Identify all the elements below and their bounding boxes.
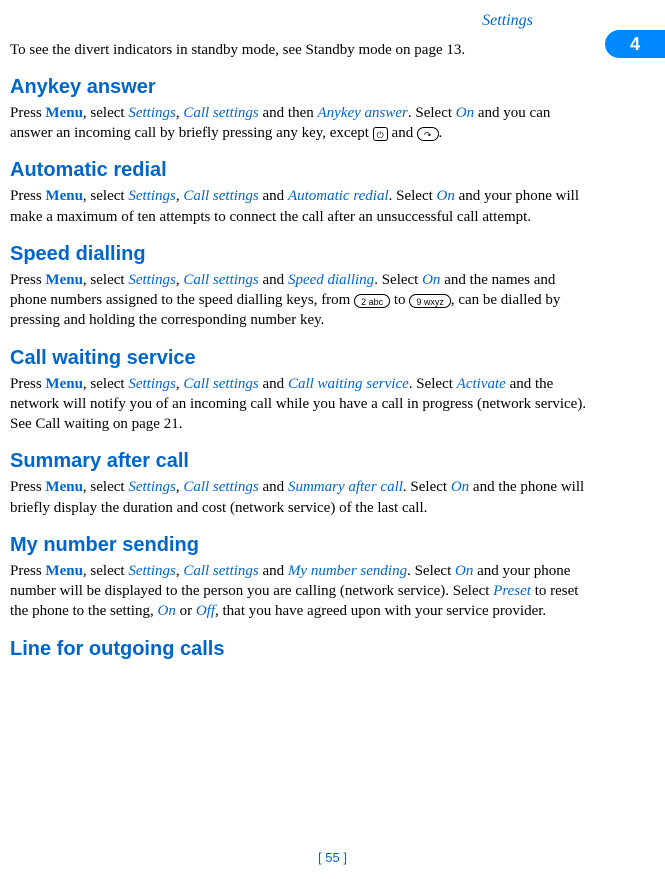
heading-speed-dialling: Speed dialling [10,241,590,268]
text: and [259,376,288,392]
kw-call-settings: Call settings [183,272,258,288]
kw-menu: Menu [45,272,83,288]
page-footer: [ 55 ] [0,849,665,867]
kw-speed-dialling: Speed dialling [288,272,374,288]
intro-paragraph: To see the divert indicators in standby … [10,40,590,60]
text: and [388,125,417,141]
kw-off: Off [196,603,215,619]
text: . Select [408,105,456,121]
text: or [176,603,196,619]
intro-text-pre: To see the divert indicators in standby … [10,42,446,58]
page-number: [ 55 ] [318,850,347,865]
page-header-category: Settings [370,10,645,32]
text: Press [10,376,45,392]
para-summary-after-call: Press Menu, select Settings, Call settin… [10,477,590,518]
kw-call-waiting-service: Call waiting service [288,376,409,392]
text: , select [83,563,128,579]
kw-call-settings: Call settings [183,188,258,204]
text: . Select [389,188,437,204]
text: , select [83,376,128,392]
heading-automatic-redial: Automatic redial [10,157,590,184]
text: , select [83,188,128,204]
para-speed-dialling: Press Menu, select Settings, Call settin… [10,270,590,331]
text: and [259,272,288,288]
kw-on: On [437,188,455,204]
text: to [390,292,409,308]
text: and [259,188,288,204]
text: , that you have agreed upon with your se… [215,603,546,619]
kw-automatic-redial: Automatic redial [288,188,389,204]
key-2-icon: 2 abc [354,294,390,308]
category-label: Settings [482,12,533,29]
text: . Select [403,479,451,495]
kw-settings: Settings [128,272,176,288]
kw-menu: Menu [45,563,83,579]
text: and then [259,105,318,121]
kw-on: On [455,563,473,579]
kw-activate: Activate [457,376,506,392]
para-anykey-answer: Press Menu, select Settings, Call settin… [10,103,590,144]
text: , select [83,272,128,288]
kw-call-settings: Call settings [183,563,258,579]
kw-on: On [451,479,469,495]
end-key-icon: ↷ [417,127,439,141]
power-key-icon: ⏻ [373,127,388,141]
text: and [259,563,288,579]
kw-preset: Preset [493,583,531,599]
intro-text-post: . [461,42,465,58]
kw-settings: Settings [128,376,176,392]
heading-line-for-outgoing: Line for outgoing calls [10,636,590,663]
kw-on: On [157,603,175,619]
kw-on: On [456,105,474,121]
text: . Select [374,272,422,288]
intro-page-ref: 13 [446,42,461,58]
kw-menu: Menu [45,376,83,392]
kw-call-settings: Call settings [183,376,258,392]
kw-anykey-answer: Anykey answer [318,105,408,121]
kw-settings: Settings [128,188,176,204]
text: . Select [407,563,455,579]
kw-call-settings: Call settings [183,479,258,495]
text: Press [10,188,45,204]
text: Press [10,479,45,495]
key-9-icon: 9 wxyz [409,294,451,308]
kw-my-number-sending: My number sending [288,563,407,579]
text: Press [10,105,45,121]
chapter-tab: 4 [605,30,665,58]
kw-summary-after-call: Summary after call [288,479,403,495]
text: Press [10,272,45,288]
kw-menu: Menu [45,105,83,121]
para-automatic-redial: Press Menu, select Settings, Call settin… [10,186,590,227]
heading-call-waiting: Call waiting service [10,345,590,372]
heading-my-number-sending: My number sending [10,532,590,559]
text: , select [83,105,128,121]
para-call-waiting: Press Menu, select Settings, Call settin… [10,374,590,435]
kw-menu: Menu [45,188,83,204]
main-content: To see the divert indicators in standby … [10,40,590,663]
text: and [259,479,288,495]
kw-call-settings: Call settings [183,105,258,121]
kw-settings: Settings [128,563,176,579]
text: . Select [409,376,457,392]
text: Press [10,563,45,579]
chapter-number: 4 [630,32,640,56]
kw-on: On [422,272,440,288]
heading-summary-after-call: Summary after call [10,448,590,475]
kw-settings: Settings [128,105,176,121]
text: , select [83,479,128,495]
kw-menu: Menu [45,479,83,495]
para-my-number-sending: Press Menu, select Settings, Call settin… [10,561,590,622]
kw-settings: Settings [128,479,176,495]
heading-anykey-answer: Anykey answer [10,74,590,101]
text: . [439,125,443,141]
